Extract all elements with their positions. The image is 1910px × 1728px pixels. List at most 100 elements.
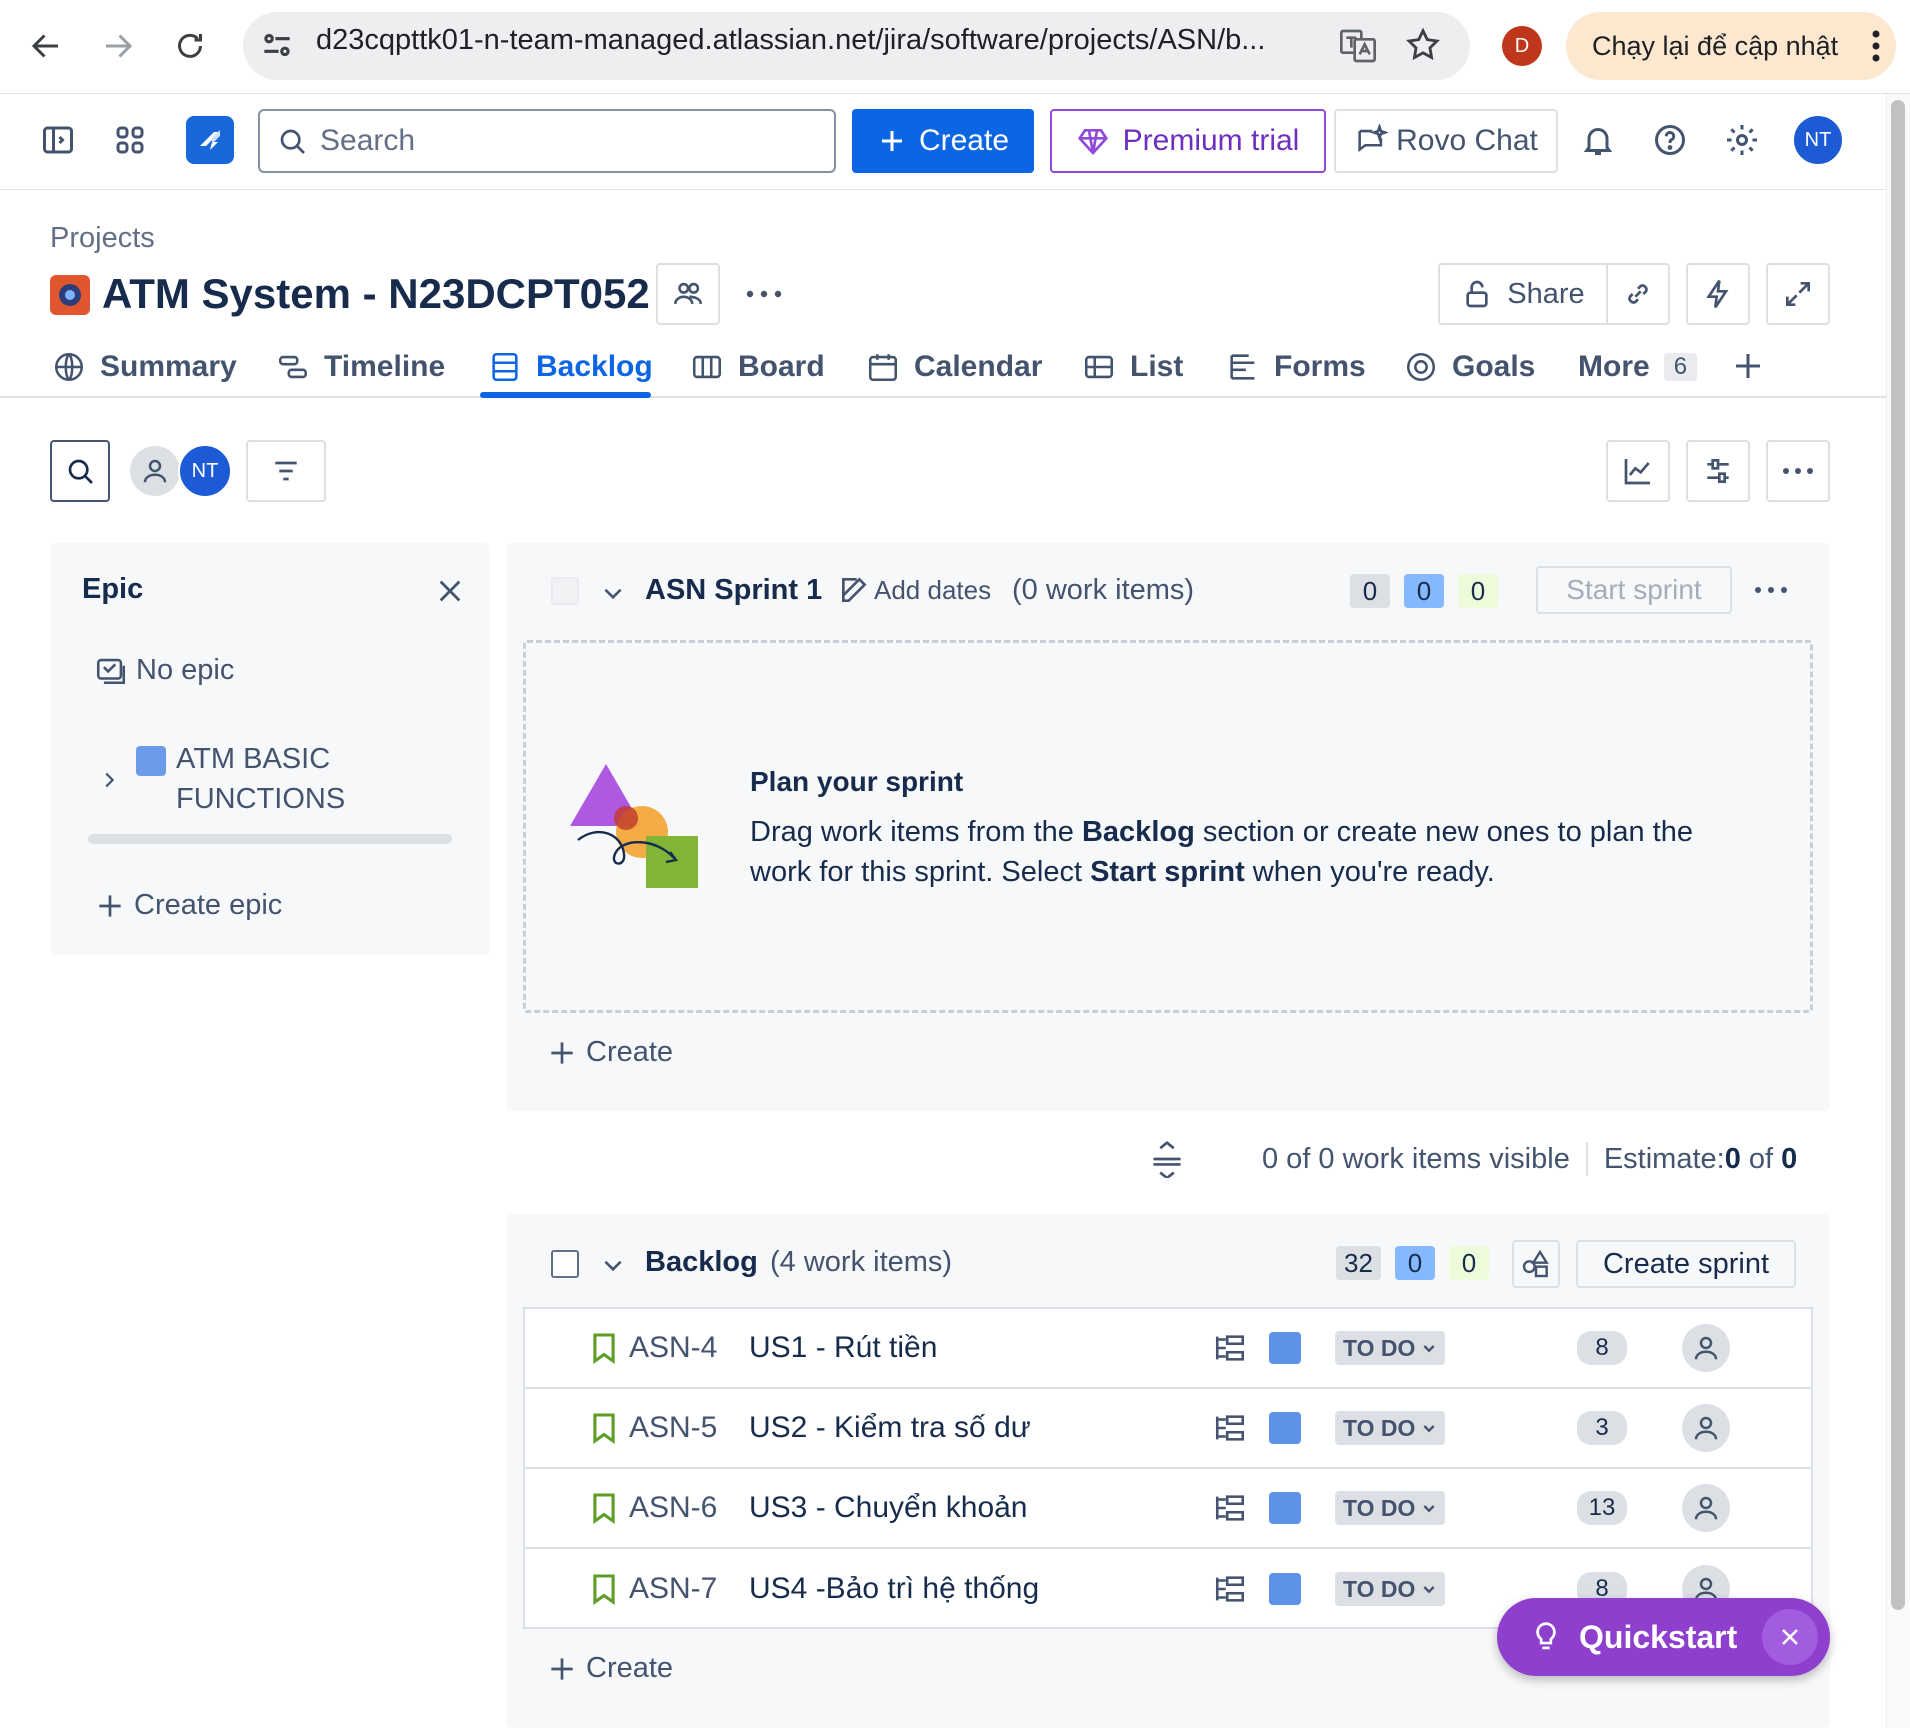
profile-avatar[interactable]: D: [1502, 26, 1542, 66]
sprint-select-checkbox[interactable]: [551, 577, 579, 605]
epic-item-atm-basic[interactable]: ATM BASIC FUNCTIONS: [176, 739, 345, 819]
reload-icon[interactable]: [172, 28, 208, 64]
tab-more[interactable]: More 6: [1578, 346, 1698, 388]
assignee-avatar[interactable]: [1682, 1324, 1730, 1372]
shapes-icon: [1520, 1248, 1552, 1280]
backlog-more-button[interactable]: [1766, 440, 1830, 502]
bookmark-star-icon[interactable]: [1404, 26, 1442, 64]
search-input[interactable]: Search: [258, 109, 836, 173]
notifications-bell-icon[interactable]: [1580, 122, 1616, 158]
story-points-badge[interactable]: 3: [1577, 1411, 1627, 1445]
status-dropdown[interactable]: TO DO: [1335, 1572, 1446, 1606]
jira-logo-icon[interactable]: [186, 116, 234, 164]
tab-calendar[interactable]: Calendar: [866, 346, 1042, 388]
issue-summary[interactable]: US1 - Rút tiền: [749, 1331, 937, 1365]
automation-button[interactable]: [1686, 263, 1750, 325]
site-settings-icon[interactable]: [258, 26, 296, 64]
app-switcher-icon[interactable]: [112, 122, 148, 158]
no-epic-icon: [94, 653, 128, 687]
premium-trial-button[interactable]: Premium trial: [1050, 109, 1326, 173]
copy-link-button[interactable]: [1606, 263, 1670, 325]
status-dropdown[interactable]: TO DO: [1335, 1411, 1446, 1445]
issue-key[interactable]: ASN-7: [629, 1572, 717, 1606]
update-reload-button[interactable]: Chạy lại để cập nhật: [1566, 12, 1896, 80]
view-settings-button[interactable]: [1686, 440, 1750, 502]
back-icon[interactable]: [28, 28, 64, 64]
tab-backlog[interactable]: Backlog: [488, 346, 653, 388]
issue-summary[interactable]: US2 - Kiểm tra số dư: [749, 1411, 1031, 1445]
translate-icon[interactable]: [1338, 26, 1378, 66]
child-issues-icon[interactable]: [1213, 1492, 1247, 1524]
premium-label: Premium trial: [1122, 124, 1300, 157]
story-points-badge[interactable]: 8: [1577, 1331, 1627, 1365]
quickstart-button[interactable]: Quickstart: [1497, 1598, 1830, 1676]
chevron-down-icon[interactable]: [600, 580, 626, 606]
tab-list[interactable]: List: [1082, 346, 1183, 388]
backlog-create-button[interactable]: Create: [546, 1652, 673, 1685]
scrollbar-thumb[interactable]: [1891, 100, 1905, 1610]
more-actions-icon[interactable]: [746, 290, 782, 298]
chevron-down-icon[interactable]: [600, 1252, 626, 1278]
table-row[interactable]: ASN-5 US2 - Kiểm tra số dư TO DO 3: [525, 1389, 1811, 1469]
table-row[interactable]: ASN-6 US3 - Chuyển khoản TO DO 13: [525, 1469, 1811, 1549]
fullscreen-button[interactable]: [1766, 263, 1830, 325]
settings-gear-icon[interactable]: [1724, 122, 1760, 158]
lightbulb-icon: [1531, 1620, 1561, 1654]
tab-board[interactable]: Board: [690, 346, 825, 388]
share-button[interactable]: Share: [1438, 263, 1608, 325]
plus-icon: [546, 1037, 578, 1069]
no-epic-filter[interactable]: No epic: [94, 653, 234, 687]
story-points-badge[interactable]: 13: [1577, 1491, 1627, 1525]
kebab-menu-icon[interactable]: [1872, 30, 1880, 62]
table-row[interactable]: ASN-4 US1 - Rút tiền TO DO 8: [525, 1309, 1811, 1389]
issue-summary[interactable]: US3 - Chuyển khoản: [749, 1491, 1028, 1525]
sprint-more-icon[interactable]: [1754, 586, 1788, 594]
issue-key[interactable]: ASN-4: [629, 1331, 717, 1365]
unassigned-filter-avatar[interactable]: [130, 446, 180, 496]
team-button[interactable]: [656, 263, 720, 325]
browser-toolbar: d23cqpttk01-n-team-managed.atlassian.net…: [0, 0, 1910, 94]
backlog-search-button[interactable]: [50, 440, 110, 502]
start-sprint-button[interactable]: Start sprint: [1536, 566, 1732, 614]
backlog-shapes-button[interactable]: [1512, 1240, 1560, 1288]
help-icon[interactable]: [1652, 122, 1688, 158]
create-epic-button[interactable]: Create epic: [94, 889, 282, 922]
add-dates-button[interactable]: Add dates: [838, 574, 991, 606]
insights-button[interactable]: [1606, 440, 1670, 502]
quickstart-close-icon[interactable]: [1762, 1609, 1818, 1665]
status-dropdown[interactable]: TO DO: [1335, 1491, 1446, 1525]
close-icon[interactable]: [436, 577, 464, 605]
issue-summary[interactable]: US4 -Bảo trì hệ thống: [749, 1572, 1039, 1606]
plan-text-4: when you're ready.: [1244, 856, 1495, 888]
user-filter-avatar[interactable]: NT: [178, 444, 232, 498]
tab-timeline[interactable]: Timeline: [276, 346, 445, 388]
create-button[interactable]: Create: [852, 109, 1034, 173]
assignee-avatar[interactable]: [1682, 1484, 1730, 1532]
expand-collapse-icon[interactable]: [1150, 1140, 1184, 1178]
child-issues-icon[interactable]: [1213, 1573, 1247, 1605]
url-text[interactable]: d23cqpttk01-n-team-managed.atlassian.net…: [316, 24, 1316, 57]
create-sprint-button[interactable]: Create sprint: [1576, 1240, 1796, 1288]
tab-forms[interactable]: Forms: [1226, 346, 1366, 388]
filter-button[interactable]: [246, 440, 326, 502]
sidebar-toggle-icon[interactable]: [40, 122, 76, 158]
child-issues-icon[interactable]: [1213, 1412, 1247, 1444]
forward-icon[interactable]: [100, 28, 136, 64]
sprint-create-button[interactable]: Create: [546, 1036, 673, 1069]
tab-label: List: [1130, 350, 1184, 383]
chevron-right-icon[interactable]: [98, 767, 120, 793]
issue-key[interactable]: ASN-5: [629, 1411, 717, 1445]
tab-summary[interactable]: Summary: [52, 346, 237, 388]
diamond-icon: [1077, 125, 1109, 157]
user-avatar[interactable]: NT: [1792, 114, 1844, 166]
add-tab-plus-icon[interactable]: [1730, 348, 1766, 384]
create-label: Create: [918, 124, 1010, 157]
child-issues-icon[interactable]: [1213, 1332, 1247, 1364]
breadcrumb[interactable]: Projects: [50, 222, 155, 255]
issue-key[interactable]: ASN-6: [629, 1491, 717, 1525]
status-dropdown[interactable]: TO DO: [1335, 1331, 1446, 1365]
rovo-chat-button[interactable]: Rovo Chat: [1334, 109, 1558, 173]
assignee-avatar[interactable]: [1682, 1404, 1730, 1452]
tab-goals[interactable]: Goals: [1404, 346, 1535, 388]
backlog-select-checkbox[interactable]: [551, 1250, 579, 1278]
